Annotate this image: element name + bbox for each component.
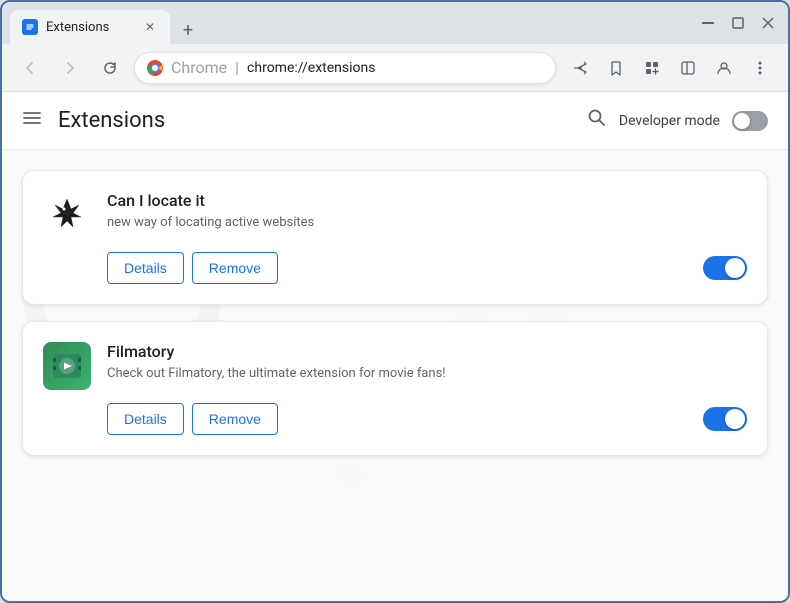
reload-button[interactable] — [94, 52, 126, 84]
remove-button-filmatory[interactable]: Remove — [192, 403, 278, 435]
chrome-favicon — [147, 60, 163, 76]
extension-card-can-locate-it: Can I locate it new way of locating acti… — [22, 170, 768, 305]
address-url: chrome://extensions — [247, 60, 543, 76]
extension-desc-can-locate-it: new way of locating active websites — [107, 214, 747, 232]
navigation-bar: Chrome | chrome://extensions — [2, 44, 788, 92]
extension-desc-filmatory: Check out Filmatory, the ultimate extens… — [107, 365, 747, 383]
bookmark-icon[interactable] — [600, 52, 632, 84]
extension-card-inner: Can I locate it new way of locating acti… — [43, 191, 747, 284]
address-pipe: | — [235, 58, 239, 77]
search-button[interactable] — [587, 108, 607, 133]
address-separator: Chrome — [171, 58, 227, 77]
sidebar-icon[interactable] — [672, 52, 704, 84]
menu-icon[interactable] — [744, 52, 776, 84]
forward-button[interactable] — [54, 52, 86, 84]
new-tab-button[interactable]: + — [174, 16, 202, 44]
details-button-filmatory[interactable]: Details — [107, 403, 184, 435]
nav-action-icons — [564, 52, 776, 84]
tab-favicon-icon — [22, 19, 38, 35]
extensions-icon[interactable] — [636, 52, 668, 84]
window-controls — [696, 11, 780, 35]
page-content: PC Extensions Developer mode — [2, 92, 788, 601]
maximize-button[interactable] — [726, 11, 750, 35]
developer-mode-toggle[interactable] — [732, 111, 768, 131]
minimize-button[interactable] — [696, 11, 720, 35]
share-icon[interactable] — [564, 52, 596, 84]
extension-actions-filmatory: Details Remove — [107, 399, 747, 435]
header-actions: Developer mode — [587, 108, 768, 133]
remove-button-can-locate-it[interactable]: Remove — [192, 252, 278, 284]
extension-name-filmatory: Filmatory — [107, 342, 747, 361]
title-bar: Extensions ✕ + — [2, 2, 788, 44]
hamburger-menu-icon[interactable] — [22, 108, 42, 133]
close-button[interactable] — [756, 11, 780, 35]
can-locate-it-icon — [43, 191, 91, 239]
extensions-header: Extensions Developer mode — [2, 92, 788, 150]
enable-toggle-filmatory[interactable] — [703, 407, 747, 431]
extension-info-can-locate-it: Can I locate it new way of locating acti… — [107, 191, 747, 284]
extensions-list: Can I locate it new way of locating acti… — [2, 150, 788, 492]
extension-name-can-locate-it: Can I locate it — [107, 191, 747, 210]
address-bar[interactable]: Chrome | chrome://extensions — [134, 52, 556, 84]
details-button-can-locate-it[interactable]: Details — [107, 252, 184, 284]
tab-close-button[interactable]: ✕ — [142, 19, 158, 35]
developer-mode-label: Developer mode — [619, 113, 720, 129]
tab-bar: Extensions ✕ + — [10, 2, 690, 44]
enable-toggle-can-locate-it[interactable] — [703, 256, 747, 280]
page-title: Extensions — [58, 108, 587, 133]
extension-actions-can-locate-it: Details Remove — [107, 248, 747, 284]
extension-info-filmatory: Filmatory Check out Filmatory, the ultim… — [107, 342, 747, 435]
browser-window: Extensions ✕ + — [0, 0, 790, 603]
profile-icon[interactable] — [708, 52, 740, 84]
extension-card-filmatory: Filmatory Check out Filmatory, the ultim… — [22, 321, 768, 456]
filmatory-icon — [43, 342, 91, 390]
back-button[interactable] — [14, 52, 46, 84]
extension-card-inner-filmatory: Filmatory Check out Filmatory, the ultim… — [43, 342, 747, 435]
tab-label: Extensions — [46, 20, 134, 35]
active-tab[interactable]: Extensions ✕ — [10, 10, 170, 44]
